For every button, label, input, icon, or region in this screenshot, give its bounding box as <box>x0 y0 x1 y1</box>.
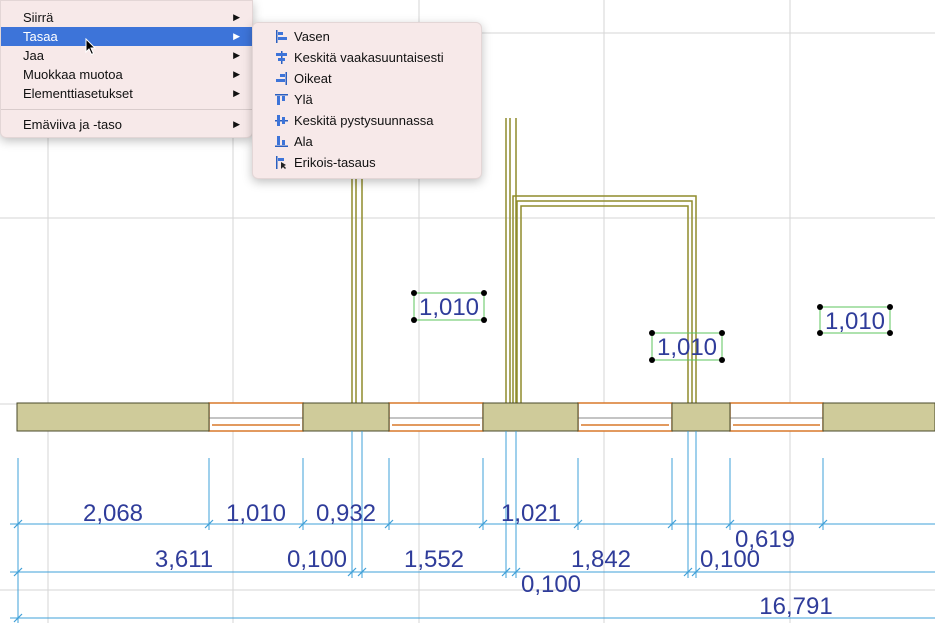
dimension-text: 0,100 <box>287 546 347 573</box>
align-bottom-icon <box>275 136 288 147</box>
submenu-arrow-icon: ▶ <box>233 88 240 98</box>
dimension-text: 1,021 <box>501 500 561 527</box>
align-left-icon <box>276 30 287 43</box>
dimension-text: 1,552 <box>404 546 464 573</box>
submenu-item-label: Erikois-tasaus <box>294 155 376 170</box>
submenu-item-oikeat[interactable]: Oikeat <box>253 68 481 89</box>
submenu-item-vasen[interactable]: Vasen <box>253 26 481 47</box>
submenu-item-label: Oikeat <box>294 71 332 86</box>
menu-item-label: Emäviiva ja -taso <box>23 117 122 132</box>
window-tag[interactable]: 1,010 <box>817 304 893 336</box>
context-menu: Siirrä ▶ Tasaa ▶ Jaa ▶ Muokkaa muotoa ▶ … <box>0 0 253 138</box>
menu-separator <box>1 109 252 110</box>
submenu-arrow-icon: ▶ <box>233 69 240 79</box>
menu-item-emaviiva-ja-taso[interactable]: Emäviiva ja -taso ▶ <box>1 115 252 134</box>
menu-item-label: Tasaa <box>23 29 58 44</box>
menu-item-label: Jaa <box>23 48 44 63</box>
align-center-horizontal-icon <box>276 51 287 64</box>
align-top-icon <box>275 94 288 105</box>
submenu-arrow-icon: ▶ <box>233 50 240 60</box>
submenu-item-keskita-pystysuunnassa[interactable]: Keskitä pystysuunnassa <box>253 110 481 131</box>
dimension-text: 0,932 <box>316 500 376 527</box>
submenu-item-label: Ala <box>294 134 313 149</box>
submenu-item-keskita-vaakasuuntaisesti[interactable]: Keskitä vaakasuuntaisesti <box>253 47 481 68</box>
menu-item-label: Muokkaa muotoa <box>23 67 123 82</box>
menu-item-siirra[interactable]: Siirrä ▶ <box>1 8 252 27</box>
menu-item-label: Elementtiasetukset <box>23 86 133 101</box>
window-tag[interactable]: 1,010 <box>649 330 725 363</box>
menu-item-jaa[interactable]: Jaa ▶ <box>1 46 252 65</box>
dimension-text: 0,100 <box>700 546 760 573</box>
align-submenu: Vasen Keskitä vaakasuuntaisesti Oikeat Y… <box>252 22 482 179</box>
dimension-text: 1,842 <box>571 546 631 573</box>
window-tag-label: 1,010 <box>825 308 885 335</box>
align-right-icon <box>276 72 287 85</box>
menu-item-tasaa[interactable]: Tasaa ▶ <box>1 27 252 46</box>
align-center-vertical-icon <box>275 115 288 126</box>
submenu-arrow-icon: ▶ <box>233 31 240 41</box>
dimension-text: 0,100 <box>521 571 581 598</box>
special-align-icon <box>276 156 286 169</box>
window-tag-label: 1,010 <box>419 294 479 321</box>
window-tag-label: 1,010 <box>657 334 717 361</box>
submenu-item-label: Vasen <box>294 29 330 44</box>
submenu-item-yla[interactable]: Ylä <box>253 89 481 110</box>
submenu-arrow-icon: ▶ <box>233 12 240 22</box>
submenu-item-erikois-tasaus[interactable]: Erikois-tasaus <box>253 152 481 173</box>
dimension-text: 3,611 <box>155 546 213 573</box>
dimension-texts: 2,068 1,010 0,932 1,021 0,619 3,611 0,10… <box>83 500 833 620</box>
window-tag[interactable]: 1,010 <box>411 290 487 323</box>
dimension-text: 1,010 <box>226 500 286 527</box>
submenu-item-label: Keskitä vaakasuuntaisesti <box>294 50 444 65</box>
submenu-arrow-icon: ▶ <box>233 119 240 129</box>
submenu-item-label: Ylä <box>294 92 313 107</box>
dimension-text: 2,068 <box>83 500 143 527</box>
mouse-pointer-icon <box>85 38 97 56</box>
menu-item-elementtiasetukset[interactable]: Elementtiasetukset ▶ <box>1 84 252 103</box>
menu-item-muokkaa-muotoa[interactable]: Muokkaa muotoa ▶ <box>1 65 252 84</box>
menu-item-label: Siirrä <box>23 10 54 25</box>
dimension-text: 16,791 <box>759 593 832 620</box>
submenu-item-label: Keskitä pystysuunnassa <box>294 113 434 128</box>
submenu-item-ala[interactable]: Ala <box>253 131 481 152</box>
